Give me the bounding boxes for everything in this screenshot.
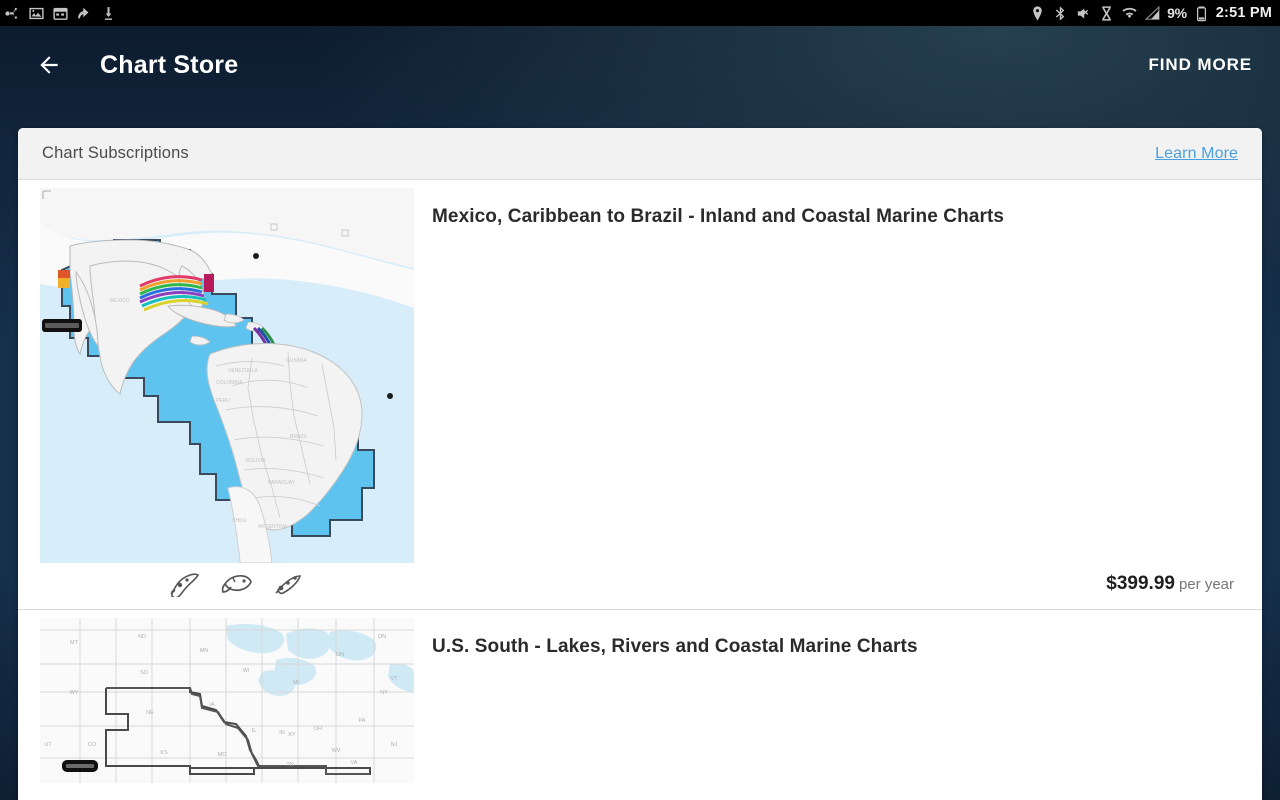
svg-text:NJ: NJ	[391, 742, 398, 748]
wifi-icon	[1121, 5, 1138, 22]
svg-text:ON: ON	[378, 634, 386, 640]
map-us-south-thumbnail[interactable]: MT ND MN SD WI ON WY NE IA MI ON NY UT CO KS MO IL I…	[40, 618, 414, 783]
svg-text:IA: IA	[209, 702, 215, 708]
back-button[interactable]	[28, 44, 70, 86]
item-title: Mexico, Caribbean to Brazil - Inland and…	[432, 206, 1005, 227]
learn-more-link[interactable]: Learn More	[1155, 145, 1238, 163]
svg-text:VA: VA	[351, 760, 358, 766]
svg-text:VENEZUELA: VENEZUELA	[228, 368, 258, 374]
price-block: $399.99 per year	[432, 573, 1234, 609]
svg-text:GUYANA: GUYANA	[286, 358, 307, 364]
card-header: Chart Subscriptions Learn More	[18, 128, 1262, 180]
thumbnail-column: MEXICO VENEZUELA COLOMBIA PERU BRAZIL BO…	[18, 188, 414, 609]
bait-icon	[272, 571, 306, 597]
svg-text:OH: OH	[314, 726, 322, 732]
fishing-lure-icon	[168, 571, 202, 597]
svg-text:WV: WV	[332, 748, 341, 754]
app-bar: Chart Store FIND MORE	[0, 26, 1280, 104]
svg-text:UT: UT	[44, 742, 52, 748]
svg-text:PARAGUAY: PARAGUAY	[268, 480, 296, 486]
svg-text:IL: IL	[252, 728, 257, 734]
gallery-image-icon	[28, 5, 45, 22]
upload-icon	[76, 5, 93, 22]
svg-text:BRAZIL: BRAZIL	[290, 434, 308, 440]
svg-text:KS: KS	[160, 750, 168, 756]
svg-text:MN: MN	[200, 648, 209, 654]
item-price: $399.99	[1106, 573, 1175, 594]
list-item[interactable]: MEXICO VENEZUELA COLOMBIA PERU BRAZIL BO…	[18, 180, 1262, 610]
svg-text:TN: TN	[286, 762, 293, 768]
item-price-unit: per year	[1178, 576, 1234, 593]
svg-text:NY: NY	[380, 690, 388, 696]
svg-text:MEXICO: MEXICO	[110, 298, 130, 304]
status-bar-clock: 2:51 PM	[1215, 5, 1272, 21]
svg-text:MI: MI	[293, 680, 300, 686]
item-info: Mexico, Caribbean to Brazil - Inland and…	[414, 188, 1262, 609]
svg-text:NE: NE	[146, 710, 154, 716]
calendar-icon	[52, 5, 69, 22]
chart-subscriptions-card: Chart Subscriptions Learn More MEXICO VE…	[18, 128, 1262, 800]
status-bar-left-icons	[4, 5, 117, 22]
svg-text:MT: MT	[70, 640, 79, 646]
svg-text:BOLIVIA: BOLIVIA	[246, 458, 266, 464]
map-mexico-caribbean-brazil-thumbnail[interactable]: MEXICO VENEZUELA COLOMBIA PERU BRAZIL BO…	[40, 188, 414, 563]
location-icon	[1029, 5, 1046, 22]
cell-signal-icon	[1144, 5, 1161, 22]
app-root: 9% 2:51 PM Chart Store FIND MORE Chart S…	[0, 0, 1280, 800]
svg-text:PA: PA	[359, 718, 366, 724]
svg-text:SD: SD	[140, 670, 148, 676]
battery-percent: 9%	[1167, 5, 1187, 21]
usb-icon	[4, 5, 21, 22]
svg-text:COLOMBIA: COLOMBIA	[216, 380, 243, 386]
status-bar: 9% 2:51 PM	[0, 0, 1280, 26]
svg-text:ARGENTINA: ARGENTINA	[258, 524, 288, 530]
svg-text:CHILE: CHILE	[232, 518, 247, 524]
svg-text:WI: WI	[243, 668, 250, 674]
item-title: U.S. South - Lakes, Rivers and Coastal M…	[432, 636, 918, 657]
status-bar-right-icons: 9% 2:51 PM	[1029, 5, 1272, 22]
svg-text:IN: IN	[279, 730, 285, 736]
find-more-button[interactable]: FIND MORE	[1147, 49, 1254, 81]
card-header-title: Chart Subscriptions	[42, 144, 189, 162]
svg-text:CO: CO	[88, 742, 97, 748]
svg-text:WY: WY	[70, 690, 79, 696]
svg-text:ND: ND	[138, 634, 146, 640]
svg-text:VT: VT	[390, 676, 398, 682]
thumbnail-column: MT ND MN SD WI ON WY NE IA MI ON NY UT CO KS MO IL I…	[18, 618, 414, 783]
item-info: U.S. South - Lakes, Rivers and Coastal M…	[414, 618, 1262, 783]
battery-icon	[1193, 5, 1210, 22]
bluetooth-icon	[1052, 5, 1069, 22]
svg-text:ON: ON	[336, 652, 344, 658]
svg-text:KY: KY	[288, 732, 296, 738]
feature-icons	[40, 563, 414, 609]
download-icon	[100, 5, 117, 22]
svg-text:PERU: PERU	[216, 398, 230, 404]
back-arrow-icon	[36, 52, 62, 78]
page-title: Chart Store	[100, 50, 239, 79]
mute-icon	[1075, 5, 1092, 22]
list-item[interactable]: MT ND MN SD WI ON WY NE IA MI ON NY UT CO KS MO IL I…	[18, 610, 1262, 783]
hourglass-icon	[1098, 5, 1115, 22]
fish-icon	[220, 571, 254, 597]
svg-text:MO: MO	[218, 752, 228, 758]
